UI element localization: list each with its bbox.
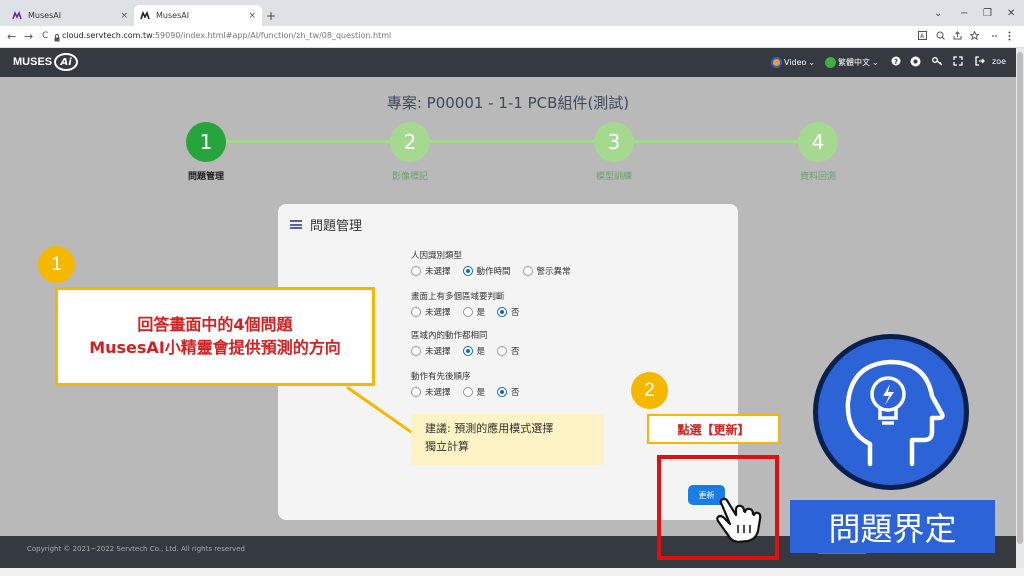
- step-1-label: 問題管理: [187, 172, 224, 182]
- radio-button[interactable]: [411, 307, 421, 317]
- key-icon[interactable]: [932, 56, 943, 69]
- question-3: 區域內的動作都相同 未選擇 是 否: [411, 329, 532, 357]
- radio-button[interactable]: [462, 307, 473, 317]
- radio-option[interactable]: 是: [462, 345, 485, 357]
- video-icon: [771, 57, 782, 68]
- fullscreen-icon[interactable]: [953, 56, 963, 69]
- radio-button-checked[interactable]: [497, 307, 508, 317]
- suggestion-box: 建議: 預測的應用模式選擇 獨立計算: [411, 414, 604, 465]
- step-badge-2: 2: [631, 372, 668, 409]
- radio-option[interactable]: 否: [497, 306, 520, 318]
- radio-option[interactable]: 是: [462, 306, 485, 318]
- extensions-icon[interactable]: [991, 31, 1001, 41]
- tab-search-icon[interactable]: ⌄: [934, 8, 942, 19]
- url-field[interactable]: cloud.servtech.com.tw:59090/index.html#a…: [62, 31, 391, 40]
- logout-icon[interactable]: [975, 56, 985, 69]
- new-tab-button[interactable]: +: [266, 9, 276, 23]
- tab-title: MusesAI: [28, 11, 62, 20]
- question-4: 動作有先後順序 未選擇 是 否: [411, 370, 532, 398]
- video-menu[interactable]: Video ⌄: [771, 57, 815, 68]
- address-bar: ← → C cloud.servtech.com.tw:59090/index.…: [0, 26, 1024, 48]
- step-4-circle[interactable]: 4: [798, 122, 838, 162]
- radio-button-checked[interactable]: [462, 266, 473, 276]
- share-icon[interactable]: [953, 31, 962, 43]
- radio-option[interactable]: 否: [497, 386, 520, 398]
- head-lightbulb-icon: [832, 352, 950, 476]
- step-3-label: 模型訓練: [595, 172, 632, 182]
- browser-bottom-bar: [0, 568, 1024, 576]
- step-3-circle[interactable]: 3: [594, 122, 634, 162]
- callout-line-2: MusesAI小精靈會提供預測的方向: [89, 337, 341, 357]
- suggestion-line-2: 獨立計算: [425, 440, 469, 454]
- reload-button[interactable]: C: [42, 31, 48, 41]
- instruction-callout: 回答畫面中的4個問題 MusesAI小精靈會提供預測的方向: [55, 287, 375, 386]
- progress-line: [225, 140, 799, 143]
- question-label: 畫面上有多個區域要判斷: [411, 292, 505, 302]
- scrollbar-thumb[interactable]: [1017, 52, 1023, 544]
- section-label: 問題界定: [790, 500, 995, 553]
- radio-button[interactable]: [411, 266, 421, 276]
- step-badge-1: 1: [38, 246, 75, 283]
- settings-icon[interactable]: [910, 56, 921, 70]
- card-title: 問題管理: [290, 215, 362, 234]
- project-title: 專案: P00001 - 1-1 PCB組件(測試): [386, 94, 630, 112]
- question-label: 人因識別類型: [411, 251, 463, 261]
- radio-option[interactable]: 否: [497, 345, 520, 357]
- svg-text:?: ?: [894, 58, 898, 66]
- language-menu[interactable]: 繁體中文 ⌄: [825, 57, 879, 68]
- step-2-label: 影像標記: [391, 172, 428, 182]
- question-1: 人因識別類型 未選擇 動作時間 警示異常: [411, 249, 583, 277]
- radio-option[interactable]: 未選擇: [411, 306, 451, 318]
- tab-title: MusesAI: [156, 11, 190, 20]
- radio-option[interactable]: 未選擇: [411, 345, 451, 357]
- radio-button[interactable]: [411, 346, 421, 356]
- suggestion-line-1: 建議: 預測的應用模式選擇: [425, 422, 554, 435]
- radio-button[interactable]: [411, 387, 421, 397]
- question-label: 動作有先後順序: [411, 372, 471, 382]
- globe-icon: [825, 57, 836, 68]
- radio-button[interactable]: [497, 346, 508, 356]
- question-label: 區域內的動作都相同: [411, 331, 488, 341]
- list-icon: [290, 220, 302, 229]
- browser-tab-bar: MusesAI × MusesAI × + ⌄ − ❐ ✕: [0, 0, 1024, 26]
- close-tab-icon[interactable]: ×: [248, 11, 256, 21]
- minimize-button[interactable]: −: [960, 8, 968, 19]
- svg-text:A: A: [920, 33, 925, 40]
- lock-icon: [54, 32, 60, 45]
- radio-button-checked[interactable]: [497, 387, 508, 397]
- musesai-favicon-icon: [140, 10, 150, 21]
- app-header: MUSES Ai Video ⌄ 繁體中文 ⌄ ? zoe: [0, 48, 1016, 77]
- back-button[interactable]: ←: [7, 30, 16, 43]
- bookmark-star-icon[interactable]: [969, 30, 980, 43]
- musesai-favicon-icon: [12, 10, 22, 21]
- copyright-text: Copyright © 2021~2022 Servtech Co., Ltd.…: [27, 545, 245, 553]
- radio-option[interactable]: 未選擇: [411, 386, 451, 398]
- step-2-circle[interactable]: 2: [390, 122, 430, 162]
- radio-option[interactable]: 未選擇: [411, 265, 451, 277]
- translate-icon[interactable]: A: [918, 31, 927, 43]
- callout-line-1: 回答畫面中的4個問題: [137, 315, 293, 335]
- click-instruction-label: 點選【更新】: [647, 414, 780, 444]
- menu-icon[interactable]: [1008, 31, 1011, 44]
- forward-button[interactable]: →: [24, 30, 33, 43]
- step-1-circle[interactable]: 1: [186, 122, 226, 162]
- radio-button[interactable]: [522, 266, 533, 276]
- musesai-logo[interactable]: MUSES Ai: [13, 53, 79, 71]
- browser-tab-active[interactable]: MusesAI ×: [134, 5, 262, 26]
- radio-option[interactable]: 是: [462, 386, 485, 398]
- radio-option[interactable]: 動作時間: [462, 265, 511, 277]
- help-icon[interactable]: ?: [891, 56, 901, 69]
- browser-tab[interactable]: MusesAI ×: [6, 5, 134, 26]
- restore-button[interactable]: ❐: [983, 8, 992, 19]
- user-name[interactable]: zoe: [992, 57, 1006, 66]
- radio-button[interactable]: [462, 387, 473, 397]
- radio-option[interactable]: 警示異常: [522, 265, 571, 277]
- zoom-icon[interactable]: [936, 31, 945, 43]
- hand-pointer-icon: [716, 495, 762, 549]
- question-2: 畫面上有多個區域要判斷 未選擇 是 否: [411, 290, 532, 318]
- close-tab-icon[interactable]: ×: [120, 11, 128, 21]
- close-window-button[interactable]: ✕: [1007, 8, 1015, 19]
- radio-button-checked[interactable]: [462, 346, 473, 356]
- step-4-label: 資料回測: [799, 172, 836, 182]
